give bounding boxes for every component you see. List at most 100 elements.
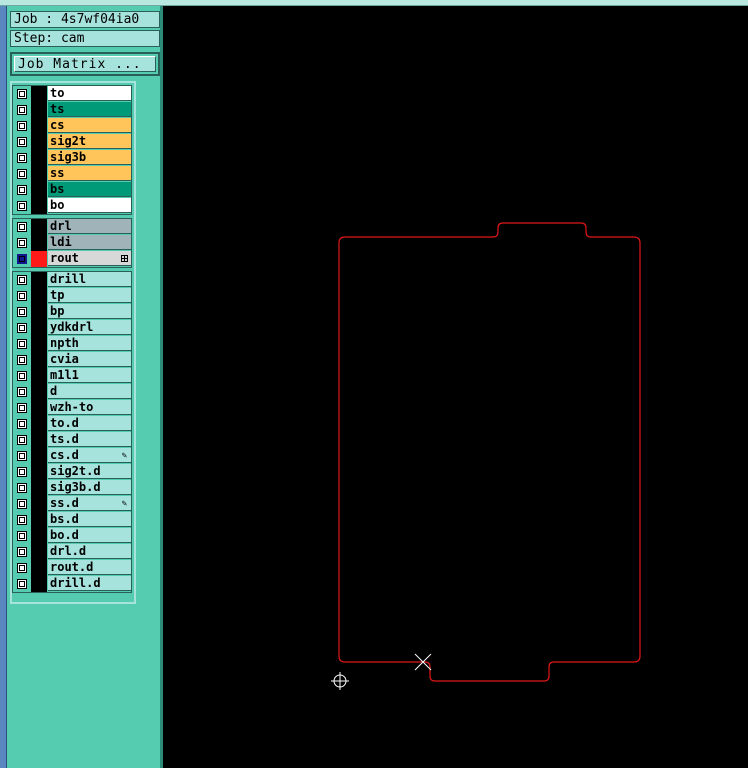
layer-color-cell[interactable] [31, 496, 47, 512]
layer-color-cell[interactable] [31, 576, 47, 592]
layer-name[interactable]: bo [48, 198, 131, 213]
layer-row-rout-d[interactable]: rout.d [13, 560, 131, 576]
layer-checkbox[interactable] [17, 121, 27, 131]
layer-name[interactable]: cvia [48, 352, 131, 367]
layer-checkbox[interactable] [17, 371, 27, 381]
layer-checkbox[interactable] [17, 238, 27, 248]
layer-checkbox[interactable] [17, 387, 27, 397]
layer-checkbox[interactable] [17, 499, 27, 509]
layer-checkbox[interactable] [17, 451, 27, 461]
layer-name[interactable]: ydkdrl [48, 320, 131, 335]
layer-checkbox[interactable] [17, 169, 27, 179]
layer-name[interactable]: sig3b.d [48, 480, 131, 495]
layer-checkbox[interactable] [17, 254, 27, 264]
layer-name[interactable]: rout [48, 251, 131, 266]
layer-color-cell[interactable] [31, 150, 47, 166]
layer-checkbox[interactable] [17, 579, 27, 589]
graphics-canvas[interactable] [163, 6, 748, 768]
layer-name[interactable]: bs [48, 182, 131, 197]
layer-row-bp[interactable]: bp [13, 304, 131, 320]
layer-color-cell[interactable] [31, 219, 47, 235]
layer-color-cell[interactable] [31, 118, 47, 134]
layer-name[interactable]: ldi [48, 235, 131, 250]
layer-checkbox[interactable] [17, 222, 27, 232]
layer-name[interactable]: to [48, 86, 131, 101]
layer-checkbox[interactable] [17, 153, 27, 163]
layer-checkbox[interactable] [17, 275, 27, 285]
layer-row-bs[interactable]: bs [13, 182, 131, 198]
layer-color-cell[interactable] [31, 182, 47, 198]
layer-color-cell[interactable] [31, 560, 47, 576]
layer-checkbox[interactable] [17, 323, 27, 333]
layer-name[interactable]: ts.d [48, 432, 131, 447]
layer-name[interactable]: drill [48, 272, 131, 287]
layer-color-cell[interactable] [31, 368, 47, 384]
layer-name[interactable]: bo.d [48, 528, 131, 543]
layer-color-cell[interactable] [31, 384, 47, 400]
layer-row-sig3b-d[interactable]: sig3b.d [13, 480, 131, 496]
layer-checkbox[interactable] [17, 419, 27, 429]
layer-name[interactable]: sig2t [48, 134, 131, 149]
layer-row-bo-d[interactable]: bo.d [13, 528, 131, 544]
layer-row-drl[interactable]: drl [13, 219, 131, 235]
layer-color-cell[interactable] [31, 272, 47, 288]
layer-name[interactable]: wzh-to [48, 400, 131, 415]
layer-name[interactable]: ss.d ✎ [48, 496, 131, 511]
layer-row-rout[interactable]: rout [13, 251, 131, 267]
layer-row-bo[interactable]: bo [13, 198, 131, 214]
layer-color-cell[interactable] [31, 512, 47, 528]
layer-row-to-d[interactable]: to.d [13, 416, 131, 432]
layer-row-ldi[interactable]: ldi [13, 235, 131, 251]
layer-color-cell[interactable] [31, 320, 47, 336]
layer-checkbox[interactable] [17, 435, 27, 445]
layer-checkbox[interactable] [17, 531, 27, 541]
layer-name[interactable]: rout.d [48, 560, 131, 575]
layer-row-cvia[interactable]: cvia [13, 352, 131, 368]
layer-checkbox[interactable] [17, 137, 27, 147]
layer-color-cell[interactable] [31, 416, 47, 432]
layer-row-bs-d[interactable]: bs.d [13, 512, 131, 528]
layer-color-cell[interactable] [31, 480, 47, 496]
job-matrix-button[interactable]: Job Matrix ... [10, 52, 160, 76]
board-outline[interactable] [338, 222, 641, 682]
layer-color-cell[interactable] [31, 304, 47, 320]
layer-name[interactable]: m1l1 [48, 368, 131, 383]
layer-checkbox[interactable] [17, 307, 27, 317]
layer-row-ss[interactable]: ss [13, 166, 131, 182]
layer-row-drill[interactable]: drill [13, 272, 131, 288]
layer-row-ts-d[interactable]: ts.d [13, 432, 131, 448]
layer-color-cell[interactable] [31, 288, 47, 304]
layer-row-to[interactable]: to [13, 86, 131, 102]
layer-color-cell[interactable] [31, 86, 47, 102]
layer-name[interactable]: tp [48, 288, 131, 303]
layer-checkbox[interactable] [17, 547, 27, 557]
layer-checkbox[interactable] [17, 563, 27, 573]
layer-name[interactable]: ts [48, 102, 131, 117]
layer-checkbox[interactable] [17, 185, 27, 195]
layer-row-ts[interactable]: ts [13, 102, 131, 118]
layer-color-cell[interactable] [31, 352, 47, 368]
layer-row-sig3b[interactable]: sig3b [13, 150, 131, 166]
layer-name[interactable]: drl.d [48, 544, 131, 559]
layer-name[interactable]: d [48, 384, 131, 399]
layer-name[interactable]: sig3b [48, 150, 131, 165]
layer-checkbox[interactable] [17, 339, 27, 349]
layer-row-m1l1[interactable]: m1l1 [13, 368, 131, 384]
layer-row-cs-d[interactable]: cs.d ✎ [13, 448, 131, 464]
layer-row-wzh-to[interactable]: wzh-to [13, 400, 131, 416]
layer-color-cell[interactable] [31, 166, 47, 182]
layer-color-cell[interactable] [31, 432, 47, 448]
layer-color-cell[interactable] [31, 464, 47, 480]
layer-name[interactable]: drill.d [48, 576, 131, 591]
layer-name[interactable]: cs [48, 118, 131, 133]
layer-row-cs[interactable]: cs [13, 118, 131, 134]
layer-color-cell[interactable] [31, 400, 47, 416]
layer-color-cell[interactable] [31, 544, 47, 560]
layer-checkbox[interactable] [17, 105, 27, 115]
layer-row-npth[interactable]: npth [13, 336, 131, 352]
layer-name[interactable]: to.d [48, 416, 131, 431]
layer-color-cell[interactable] [31, 336, 47, 352]
layer-row-drill-d[interactable]: drill.d [13, 576, 131, 592]
layer-color-cell[interactable] [31, 235, 47, 251]
layer-row-tp[interactable]: tp [13, 288, 131, 304]
